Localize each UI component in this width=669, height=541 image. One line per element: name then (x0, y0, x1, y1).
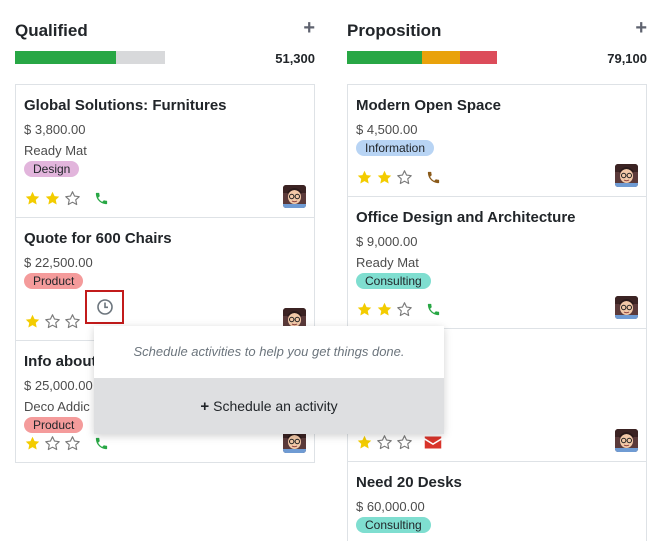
column-total: 51,300 (275, 51, 315, 66)
star-filled-icon[interactable] (24, 190, 41, 207)
avatar-image (615, 164, 638, 187)
card-footer (356, 300, 442, 318)
card-amount: $ 60,000.00 (356, 499, 425, 514)
kanban-card[interactable]: Quote for 600 Chairs $ 22,500.00 Product (16, 218, 314, 341)
kanban-card[interactable]: Modern Open Space $ 4,500.00 Information (348, 85, 646, 197)
kanban-card[interactable]: Office Design and Architecture $ 9,000.0… (348, 197, 646, 329)
card-amount: $ 4,500.00 (356, 122, 418, 137)
star-filled-icon[interactable] (24, 313, 41, 330)
card-title: Office Design and Architecture (356, 209, 576, 226)
star-empty-icon[interactable] (64, 313, 81, 330)
card-footer (356, 433, 442, 451)
progress-segment[interactable] (115, 51, 165, 64)
kanban-card[interactable]: Need 20 Desks $ 60,000.00 Consulting (348, 462, 646, 541)
kanban-column-proposition: Proposition + 79,100 Modern Open Space $… (347, 0, 647, 541)
card-company: Ready Mat (24, 143, 87, 158)
star-filled-icon[interactable] (24, 435, 41, 452)
add-card-button[interactable]: + (303, 18, 315, 38)
star-filled-icon[interactable] (356, 169, 373, 186)
star-filled-icon[interactable] (376, 301, 393, 318)
progress-segment[interactable] (15, 51, 116, 64)
star-empty-icon[interactable] (376, 434, 393, 451)
column-title: Proposition (347, 21, 442, 40)
card-footer (24, 434, 110, 452)
card-tag: Design (24, 161, 80, 177)
avatar[interactable] (615, 429, 638, 452)
column-header: Proposition + (347, 0, 647, 44)
schedule-activity-button[interactable]: + Schedule an activity (94, 378, 444, 434)
column-progress-bar[interactable] (15, 51, 165, 64)
card-amount: $ 9,000.00 (356, 234, 418, 249)
card-title: Modern Open Space (356, 97, 502, 114)
card-company: Ready Mat (356, 255, 419, 270)
star-filled-icon[interactable] (376, 169, 393, 186)
card-footer (356, 168, 442, 186)
kanban-column-qualified: Qualified + 51,300 Global Solutions: Fur… (15, 0, 315, 463)
star-empty-icon[interactable] (44, 435, 61, 452)
card-list: Modern Open Space $ 4,500.00 Information… (347, 84, 647, 541)
plus-icon: + (200, 397, 210, 415)
progress-segment[interactable] (422, 51, 460, 64)
column-progress-bar[interactable] (347, 51, 497, 64)
card-tag: Consulting (356, 517, 431, 533)
card-tag: Consulting (356, 273, 431, 289)
avatar[interactable] (615, 164, 638, 187)
star-filled-icon[interactable] (356, 434, 373, 451)
card-tag: Information (356, 140, 435, 156)
popover-hint: Schedule activities to help you get thin… (133, 344, 405, 359)
schedule-activity-highlight[interactable] (85, 290, 124, 324)
kanban-card[interactable]: Global Solutions: Furnitures $ 3,800.00 … (16, 85, 314, 218)
activity-popover: Schedule activities to help you get thin… (94, 326, 444, 434)
avatar-image (615, 429, 638, 452)
card-footer (24, 313, 81, 330)
card-tag: Product (24, 417, 84, 433)
progress-segment[interactable] (347, 51, 422, 64)
star-empty-icon[interactable] (64, 190, 81, 207)
card-title: Quote for 600 Chairs (24, 230, 172, 247)
phone-icon[interactable] (424, 168, 442, 186)
star-empty-icon[interactable] (396, 301, 413, 318)
card-footer (24, 189, 110, 207)
column-total: 79,100 (607, 51, 647, 66)
avatar[interactable] (283, 185, 306, 208)
phone-icon[interactable] (92, 434, 110, 452)
column-header: Qualified + (15, 0, 315, 44)
clock-icon (96, 299, 113, 315)
card-title: Need 20 Desks (356, 474, 462, 491)
card-amount: $ 3,800.00 (24, 122, 86, 137)
star-empty-icon[interactable] (44, 313, 61, 330)
star-filled-icon[interactable] (44, 190, 61, 207)
add-card-button[interactable]: + (635, 18, 647, 38)
card-tag: Product (24, 273, 84, 289)
star-filled-icon[interactable] (356, 301, 373, 318)
progress-segment[interactable] (459, 51, 497, 64)
avatar-image (615, 296, 638, 319)
phone-icon[interactable] (424, 300, 442, 318)
schedule-activity-label: Schedule an activity (213, 398, 338, 414)
card-title: Global Solutions: Furnitures (24, 97, 227, 114)
envelope-icon[interactable] (424, 433, 442, 451)
star-empty-icon[interactable] (64, 435, 81, 452)
avatar[interactable] (615, 296, 638, 319)
star-empty-icon[interactable] (396, 169, 413, 186)
phone-icon[interactable] (92, 189, 110, 207)
star-empty-icon[interactable] (396, 434, 413, 451)
card-amount: $ 22,500.00 (24, 255, 93, 270)
avatar-image (283, 185, 306, 208)
column-title: Qualified (15, 21, 88, 40)
